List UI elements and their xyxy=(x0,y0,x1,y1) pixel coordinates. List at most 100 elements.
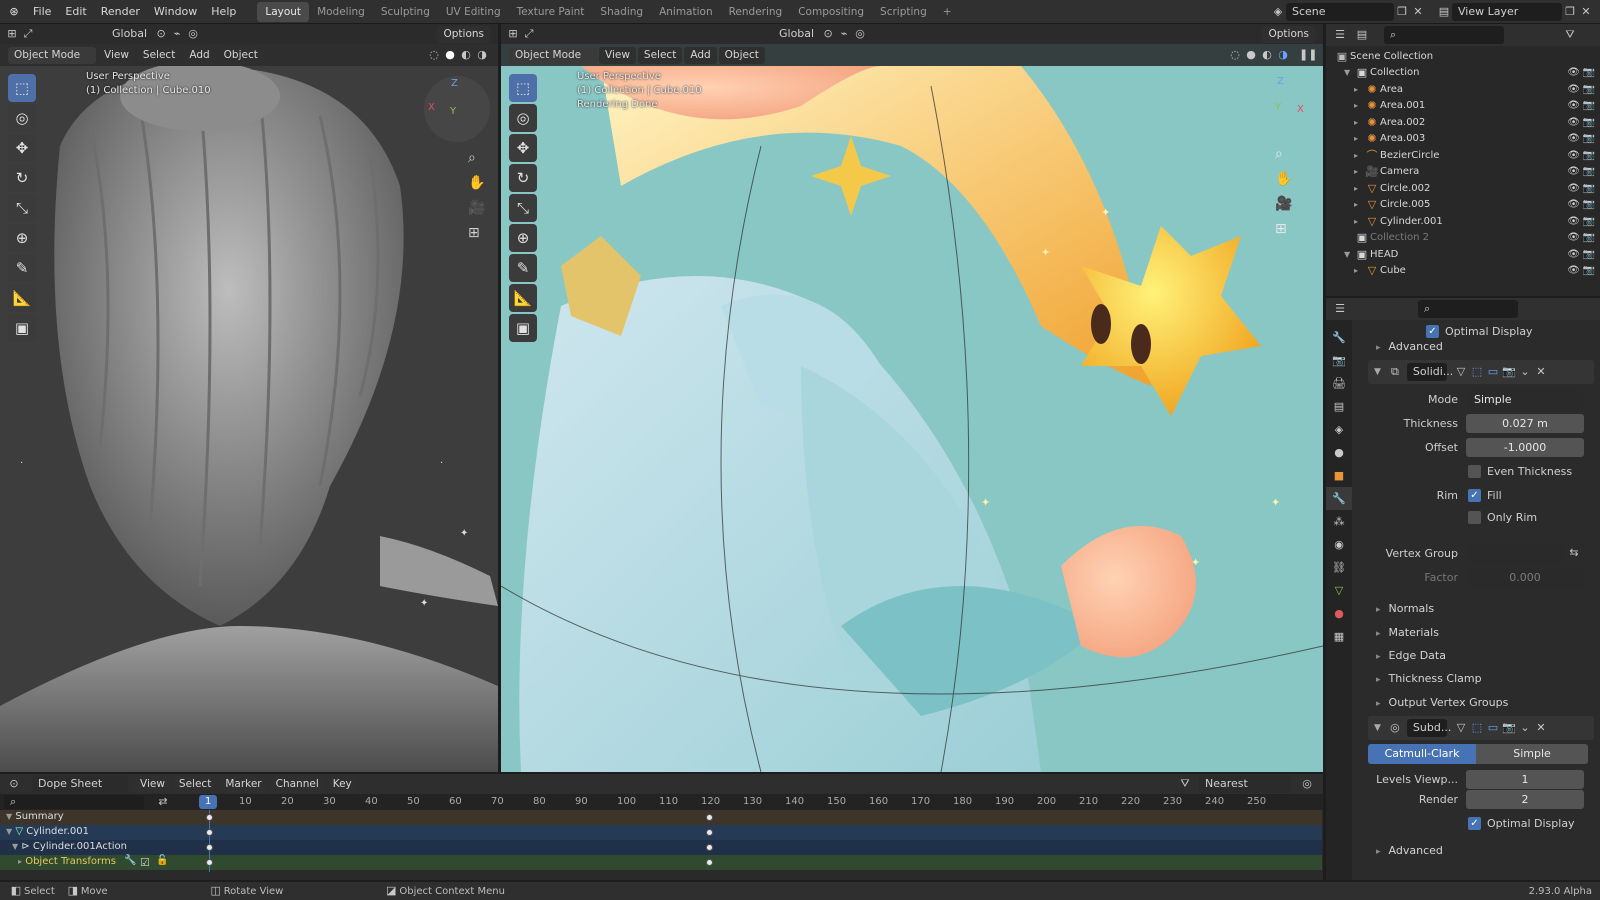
view-layer-field[interactable]: View Layer xyxy=(1452,3,1562,21)
tab-modeling[interactable]: Modeling xyxy=(309,2,373,22)
visibility-eye-icon[interactable]: 👁 xyxy=(1567,183,1580,194)
display-mode-icon[interactable]: ▤ xyxy=(1354,27,1370,43)
thickness-field[interactable]: 0.027 m xyxy=(1466,413,1584,433)
modifier-name-field[interactable]: Solidi... xyxy=(1406,363,1453,381)
axis-x-icon[interactable]: X xyxy=(428,102,435,113)
outliner-row[interactable]: ▼ ▣ Collection 👁 📷 xyxy=(1334,65,1600,82)
view-layer-tab-icon[interactable]: ▤ xyxy=(1326,395,1352,418)
menu-marker[interactable]: Marker xyxy=(219,775,268,793)
rotate-tool[interactable]: ↻ xyxy=(8,164,36,192)
scale-tool[interactable]: ⤡ xyxy=(509,194,537,222)
axis-y-icon[interactable]: Y xyxy=(450,106,456,117)
keyframe[interactable] xyxy=(706,844,713,851)
constraints-tab-icon[interactable]: ⛓ xyxy=(1326,556,1352,579)
navigation-gizmo[interactable]: Z X Y xyxy=(424,76,490,142)
advanced-section[interactable]: Advanced xyxy=(1376,844,1443,857)
outliner-row[interactable]: ▸ ▽ Circle.005 👁 📷 xyxy=(1334,197,1600,214)
outliner-row[interactable]: ▸ 🎥 Camera 👁 📷 xyxy=(1334,164,1600,181)
menu-file[interactable]: File xyxy=(26,0,58,24)
menu-object[interactable]: Object xyxy=(217,46,264,64)
keyframe-area[interactable] xyxy=(175,810,1323,872)
select-box-tool[interactable]: ⬚ xyxy=(8,74,36,102)
visibility-eye-icon[interactable]: 👁 xyxy=(1567,133,1580,144)
transform-tool[interactable]: ⊕ xyxy=(8,224,36,252)
cage-icon[interactable]: ⬚ xyxy=(1469,720,1485,736)
grid-icon[interactable]: ⊞ xyxy=(468,221,485,246)
menu-help[interactable]: Help xyxy=(204,0,243,24)
remove-modifier-icon[interactable]: ✕ xyxy=(1533,364,1549,380)
even-thickness-row[interactable]: Even Thickness xyxy=(1356,460,1596,482)
outliner-row[interactable]: ▸ ✺ Area 👁 📷 xyxy=(1334,81,1600,98)
tab-sculpting[interactable]: Sculpting xyxy=(373,2,438,22)
tab-compositing[interactable]: Compositing xyxy=(790,2,872,22)
scene-collection-row[interactable]: ▣ Scene Collection xyxy=(1334,48,1600,65)
world-tab-icon[interactable]: ● xyxy=(1326,441,1352,464)
close-icon[interactable]: ✕ xyxy=(1410,4,1426,20)
expand-icon[interactable]: ▸ xyxy=(1354,217,1364,226)
outliner-row[interactable]: ▸ ⌒ BezierCircle 👁 📷 xyxy=(1334,147,1600,164)
render-camera-icon[interactable]: 📷 xyxy=(1583,183,1595,194)
menu-channel[interactable]: Channel xyxy=(269,775,325,793)
outliner-search-input[interactable]: ⌕ xyxy=(1384,26,1504,44)
optimal-display-row[interactable]: ✓ Optimal Display xyxy=(1356,812,1596,834)
dope-sheet-mode-select[interactable]: Dope Sheet xyxy=(32,775,128,793)
pause-render-icon[interactable]: ❚❚ xyxy=(1299,47,1317,63)
rotate-tool[interactable]: ↻ xyxy=(509,164,537,192)
select-box-tool[interactable]: ⬚ xyxy=(509,74,537,102)
wrench-icon[interactable]: 🔧 xyxy=(124,855,136,866)
visibility-eye-icon[interactable]: 👁 xyxy=(1567,117,1580,128)
mode-select[interactable]: Simple xyxy=(1466,389,1584,409)
solid-shading-icon[interactable]: ● xyxy=(442,47,458,63)
mode-select[interactable]: Object Mode xyxy=(8,46,96,64)
cage-icon[interactable]: ⬚ xyxy=(1469,364,1485,380)
factor-field[interactable]: 0.000 xyxy=(1466,567,1584,587)
blender-logo-icon[interactable]: ⊛ xyxy=(6,4,22,20)
only-rim-row[interactable]: Only Rim xyxy=(1356,506,1596,528)
keyframe[interactable] xyxy=(206,829,214,836)
rim-fill-row[interactable]: Rim ✓ Fill xyxy=(1356,484,1596,506)
axis-z-icon[interactable]: Z xyxy=(1277,76,1284,87)
render-camera-icon[interactable]: 📷 xyxy=(1583,199,1595,210)
options-button[interactable]: Options xyxy=(1262,25,1315,43)
scale-tool[interactable]: ⤡ xyxy=(8,194,36,222)
expand-icon[interactable]: ▸ xyxy=(1354,85,1364,94)
editor-type-icon[interactable]: ⊙ xyxy=(6,776,22,792)
outliner-row[interactable]: ▸ ▽ Circle.002 👁 📷 xyxy=(1334,180,1600,197)
data-tab-icon[interactable]: ▽ xyxy=(1326,579,1352,602)
close-icon[interactable]: ✕ xyxy=(1578,4,1594,20)
add-workspace-button[interactable]: + xyxy=(935,2,960,22)
menu-view[interactable]: View xyxy=(134,775,171,793)
orientation-select[interactable]: Global xyxy=(773,25,821,43)
zoom-icon[interactable]: ⌕ xyxy=(468,146,485,171)
editor-type-icon[interactable]: ⊞ xyxy=(4,26,20,42)
scene-field[interactable]: Scene xyxy=(1286,3,1394,21)
keyframe[interactable] xyxy=(206,859,214,866)
collapse-icon[interactable]: ▼ xyxy=(1374,367,1381,377)
edit-mode-icon[interactable]: ▽ xyxy=(1453,364,1469,380)
checkbox-icon[interactable]: ✓ xyxy=(1468,816,1481,830)
camera-view-icon[interactable]: 🎥 xyxy=(468,196,485,221)
pan-hand-icon[interactable]: ✋ xyxy=(1275,167,1292,192)
visibility-eye-icon[interactable]: 👁 xyxy=(1567,84,1580,95)
editor-type-icon[interactable]: ⊞ xyxy=(505,26,521,42)
menu-view[interactable]: View xyxy=(599,46,636,64)
filter-icon[interactable]: ⛛ xyxy=(1562,27,1578,43)
proportional-icon[interactable]: ◎ xyxy=(185,26,201,42)
copy-icon[interactable]: ❐ xyxy=(1562,4,1578,20)
material-preview-icon[interactable]: ◐ xyxy=(458,47,474,63)
render-camera-icon[interactable]: 📷 xyxy=(1583,117,1595,128)
render-camera-icon[interactable]: 📷 xyxy=(1583,166,1595,177)
expand-icon[interactable]: ▼ xyxy=(1344,250,1354,259)
tab-layout[interactable]: Layout xyxy=(257,1,310,22)
transform-icon[interactable]: ⤢ xyxy=(521,26,537,42)
grid-icon[interactable]: ⊞ xyxy=(1275,217,1292,242)
render-camera-icon[interactable]: 📷 xyxy=(1583,133,1595,144)
object-tab-icon[interactable]: ■ xyxy=(1326,464,1352,487)
material-preview-icon[interactable]: ◐ xyxy=(1259,47,1275,63)
normals-section[interactable]: Normals xyxy=(1376,602,1435,615)
vertex-group-field[interactable] xyxy=(1466,543,1562,563)
realtime-icon[interactable]: ▭ xyxy=(1485,720,1501,736)
rendered-icon[interactable]: ◑ xyxy=(1275,47,1291,63)
outliner-row[interactable]: ▸ ▽ Cube 👁 📷 xyxy=(1334,263,1600,280)
edge-data-section[interactable]: Edge Data xyxy=(1376,649,1446,662)
